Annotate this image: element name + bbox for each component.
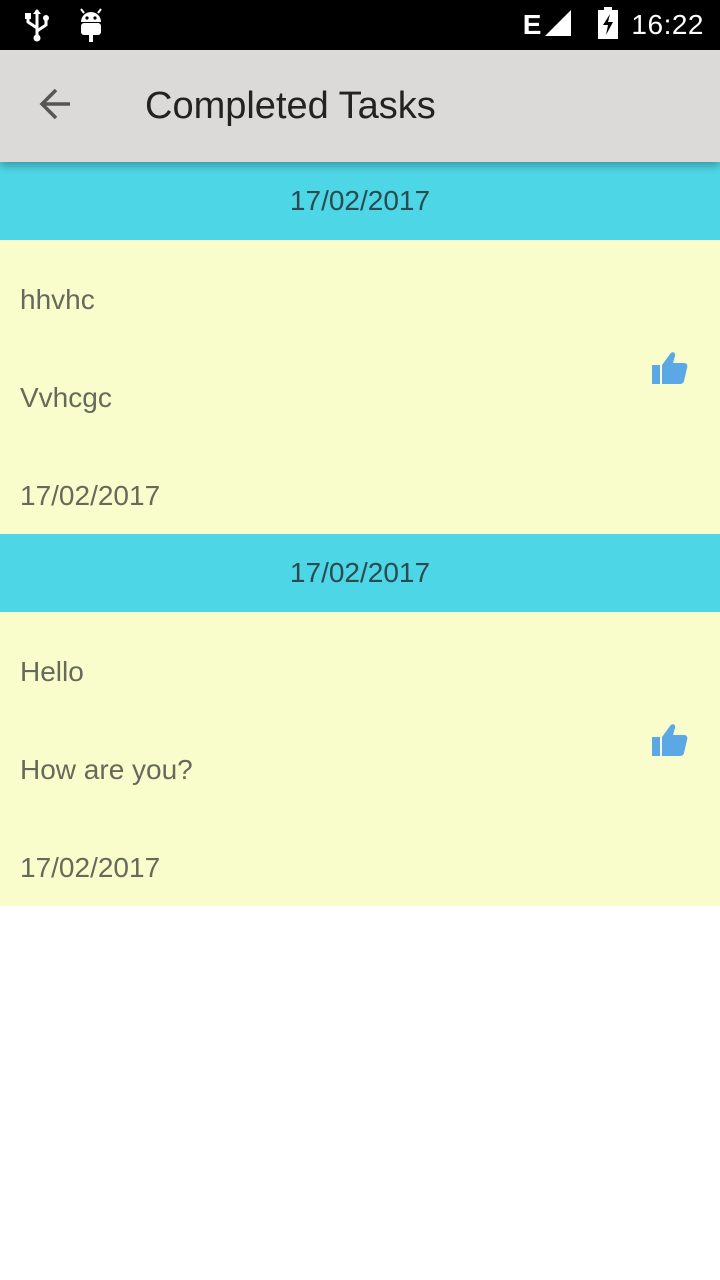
thumbs-up-icon[interactable] — [650, 720, 690, 760]
task-description: Vvhcgc — [20, 382, 112, 413]
task-title: Hello — [20, 656, 84, 687]
system-status: E 16:22 — [523, 0, 704, 50]
back-button[interactable] — [28, 78, 84, 134]
section-header-label: 17/02/2017 — [289, 185, 431, 216]
task-date: 17/02/2017 — [20, 852, 161, 883]
usb-icon — [22, 8, 52, 47]
status-bar: E 16:22 — [0, 0, 720, 50]
thumbs-up-icon[interactable] — [650, 348, 690, 388]
signal-icon — [543, 8, 573, 43]
battery-charging-icon — [597, 6, 619, 44]
completed-task-list: 17/02/2017 hhvhc Vvhcgc 17/02/2017 17/02… — [0, 162, 720, 906]
page-title: Completed Tasks — [145, 85, 436, 127]
network-type-label: E — [522, 9, 542, 40]
task-title: hhvhc — [20, 284, 95, 315]
android-debug-icon — [78, 8, 104, 47]
section-header-date: 17/02/2017 — [0, 162, 720, 240]
app-bar: Completed Tasks — [0, 50, 720, 162]
task-date: 17/02/2017 — [20, 480, 161, 511]
notification-icons — [22, 8, 104, 47]
section-header-label: 17/02/2017 — [289, 557, 431, 588]
status-time: 16:22 — [631, 9, 704, 40]
arrow-back-icon — [39, 87, 73, 126]
task-description: How are you? — [20, 754, 193, 785]
task-card[interactable]: hhvhc Vvhcgc 17/02/2017 — [0, 240, 720, 534]
section-header-date: 17/02/2017 — [0, 534, 720, 612]
task-card[interactable]: Hello How are you? 17/02/2017 — [0, 612, 720, 906]
